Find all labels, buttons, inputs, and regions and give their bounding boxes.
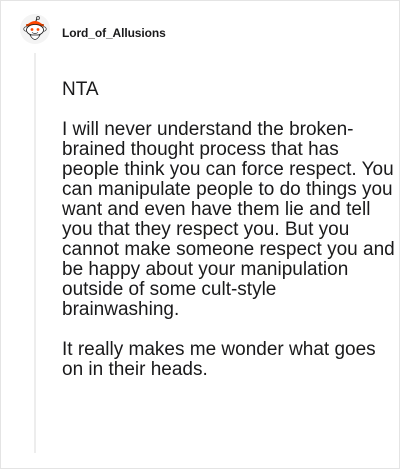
comment-author[interactable]: Lord_of_Allusions xyxy=(62,26,166,40)
comment-card: Lord_of_Allusions NTA I will never under… xyxy=(0,0,400,469)
comment-body: NTA I will never understand the broken-b… xyxy=(62,80,397,400)
comment-paragraph: I will never understand the broken-brain… xyxy=(62,119,395,320)
comment-paragraph: It really makes me wonder what goes on i… xyxy=(62,339,376,380)
user-avatar-icon[interactable] xyxy=(20,14,50,44)
reddit-snoo-icon xyxy=(20,14,50,44)
comment-paragraph: NTA xyxy=(62,79,99,100)
thread-collapse-line[interactable] xyxy=(34,53,36,453)
